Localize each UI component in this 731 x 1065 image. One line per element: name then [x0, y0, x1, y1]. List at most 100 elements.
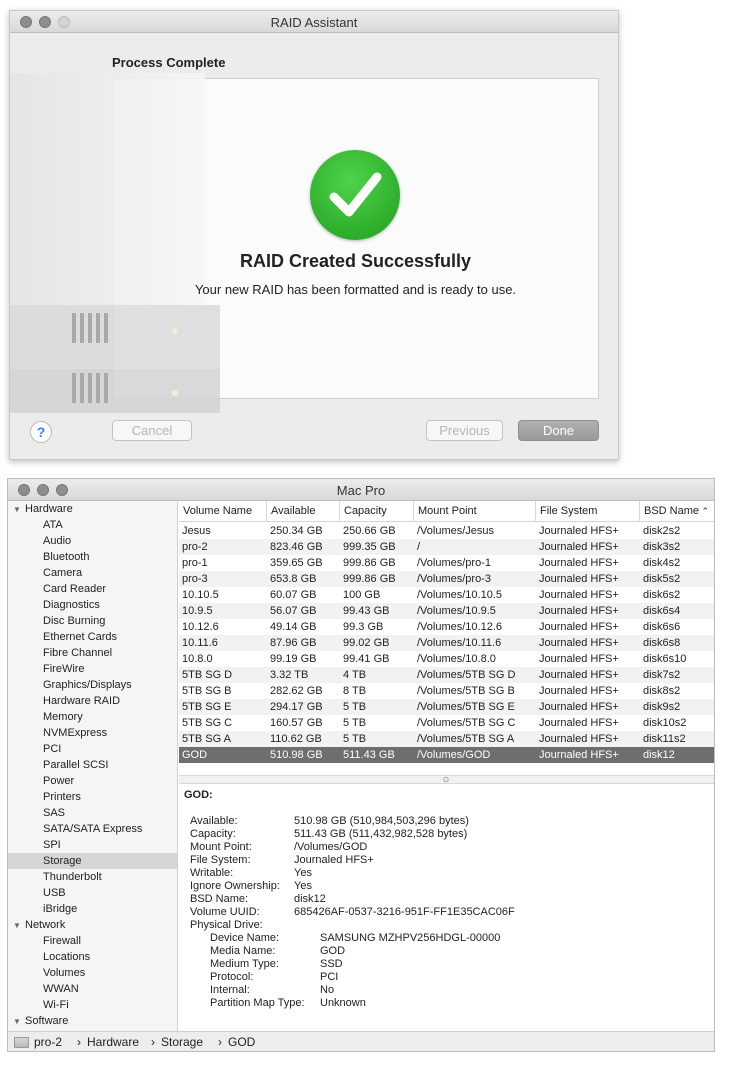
- sidebar-item-label: Card Reader: [43, 583, 106, 595]
- path-crumb[interactable]: Hardware: [87, 1032, 139, 1051]
- sidebar-item-hardware-raid[interactable]: Hardware RAID: [8, 693, 177, 709]
- sidebar-item-label: WWAN: [43, 983, 79, 995]
- sidebar-item-network[interactable]: ▼ Network: [8, 917, 177, 934]
- volume-table-header: Volume Name Available Capacity Mount Point F…: [179, 501, 714, 522]
- table-cell-bsd-name: disk3s2: [643, 541, 681, 553]
- table-row[interactable]: pro-1 359.65 GB 999.86 GB/Volumes/pro-1 Jou…: [179, 555, 714, 571]
- done-button[interactable]: Done: [518, 420, 599, 441]
- sidebar-item-ata[interactable]: ATA: [8, 517, 177, 533]
- table-cell-bsd-name: disk5s2: [643, 573, 681, 585]
- sidebar-item-card-reader[interactable]: Card Reader: [8, 581, 177, 597]
- detail-field-value: Unknown: [320, 997, 366, 1009]
- disclosure-triangle-icon[interactable]: ▼: [13, 502, 23, 518]
- sidebar-item-thunderbolt[interactable]: Thunderbolt: [8, 869, 177, 885]
- sidebar-item-parallel-scsi[interactable]: Parallel SCSI: [8, 757, 177, 773]
- sidebar-item-nvmexpress[interactable]: NVMExpress: [8, 725, 177, 741]
- sidebar-item-sata-sata-express[interactable]: SATA/SATA Express: [8, 821, 177, 837]
- table-row[interactable]: 10.12.6 49.14 GB 99.3 GB/Volumes/10.12.6 Jo…: [179, 619, 714, 635]
- table-row[interactable]: Jesus 250.34 GB 250.66 GB/Volumes/Jesus Jou…: [179, 523, 714, 539]
- sidebar-item-disc-burning[interactable]: Disc Burning: [8, 613, 177, 629]
- sidebar-item-label: Bluetooth: [43, 551, 90, 563]
- sidebar-item-firewire[interactable]: FireWire: [8, 661, 177, 677]
- column-header-bsd-name[interactable]: BSD Name ⌃: [640, 501, 714, 522]
- table-row[interactable]: 5TB SG E 294.17 GB 5 TB/Volumes/5TB SG E Jo…: [179, 699, 714, 715]
- table-cell-mount-point: /Volumes/Jesus: [417, 525, 495, 537]
- table-row[interactable]: pro-2 823.46 GB 999.35 GB / Journaled HFS+ di…: [179, 539, 714, 555]
- sidebar-item-wi-fi[interactable]: Wi-Fi: [8, 997, 177, 1013]
- table-cell-file-system: Journaled HFS+: [539, 669, 619, 681]
- sidebar-item-usb[interactable]: USB: [8, 885, 177, 901]
- table-cell-file-system: Journaled HFS+: [539, 637, 619, 649]
- cancel-button[interactable]: Cancel: [112, 420, 192, 441]
- sidebar-item-label: Locations: [43, 951, 91, 963]
- sidebar-item-ibridge[interactable]: iBridge: [8, 901, 177, 917]
- column-header-file-system[interactable]: File System: [536, 501, 640, 522]
- sidebar-item-label: USB: [43, 887, 66, 899]
- disclosure-triangle-icon[interactable]: ▼: [13, 1014, 23, 1030]
- sidebar-item-software[interactable]: ▼ Software: [8, 1013, 177, 1030]
- column-header-volume-name[interactable]: Volume Name: [179, 501, 267, 522]
- pane-splitter[interactable]: [179, 775, 714, 784]
- sidebar-item-camera[interactable]: Camera: [8, 565, 177, 581]
- table-cell-capacity: 999.86 GB: [343, 573, 396, 585]
- sidebar-item-pci[interactable]: PCI: [8, 741, 177, 757]
- sidebar-item-ethernet-cards[interactable]: Ethernet Cards: [8, 629, 177, 645]
- table-row[interactable]: 5TB SG D 3.32 TB 4 TB/Volumes/5TB SG D Jour…: [179, 667, 714, 683]
- sidebar-item-label: Diagnostics: [43, 599, 100, 611]
- help-button[interactable]: ?: [30, 421, 52, 443]
- table-cell-mount-point: /Volumes/5TB SG B: [417, 685, 515, 697]
- disclosure-triangle-icon[interactable]: ▼: [13, 918, 23, 934]
- sidebar-item-memory[interactable]: Memory: [8, 709, 177, 725]
- mac-window-title: Mac Pro: [336, 483, 386, 498]
- table-cell-bsd-name: disk10s2: [643, 717, 687, 729]
- sidebar-item-printers[interactable]: Printers: [8, 789, 177, 805]
- table-cell-capacity: 99.02 GB: [343, 637, 390, 649]
- table-cell-available: 160.57 GB: [270, 717, 323, 729]
- table-cell-capacity: 511.43 GB: [343, 749, 395, 761]
- sidebar-item-diagnostics[interactable]: Diagnostics: [8, 597, 177, 613]
- column-header-available[interactable]: Available: [267, 501, 340, 522]
- sidebar-item-label: Memory: [43, 711, 83, 723]
- sidebar-item-storage[interactable]: Storage: [8, 853, 177, 869]
- table-row[interactable]: 5TB SG A 110.62 GB 5 TB/Volumes/5TB SG A Jo…: [179, 731, 714, 747]
- sidebar-item-bluetooth[interactable]: Bluetooth: [8, 549, 177, 565]
- sidebar-item-graphics-displays[interactable]: Graphics/Displays: [8, 677, 177, 693]
- table-cell-file-system: Journaled HFS+: [539, 749, 619, 761]
- table-row[interactable]: 10.10.5 60.07 GB 100 GB/Volumes/10.10.5 Jou…: [179, 587, 714, 603]
- table-row[interactable]: 10.9.5 56.07 GB 99.43 GB/Volumes/10.9.5 Jou…: [179, 603, 714, 619]
- previous-button[interactable]: Previous: [426, 420, 503, 441]
- sidebar-item-volumes[interactable]: Volumes: [8, 965, 177, 981]
- sidebar-item-label: Power: [43, 775, 75, 787]
- sidebar-item-firewall[interactable]: Firewall: [8, 933, 177, 949]
- table-cell-volume-name: pro-1: [182, 557, 208, 569]
- sidebar-item-sas[interactable]: SAS: [8, 805, 177, 821]
- sidebar-item-audio[interactable]: Audio: [8, 533, 177, 549]
- table-row[interactable]: GOD 510.98 GB 511.43 GB/Volumes/GOD Journal…: [179, 747, 714, 763]
- sidebar-item-locations[interactable]: Locations: [8, 949, 177, 965]
- column-header-mount-point[interactable]: Mount Point: [414, 501, 536, 522]
- table-row[interactable]: 10.11.6 87.96 GB 99.02 GB/Volumes/10.11.6 J…: [179, 635, 714, 651]
- table-cell-available: 653.8 GB: [270, 573, 317, 585]
- table-cell-available: 56.07 GB: [270, 605, 317, 617]
- table-row[interactable]: pro-3 653.8 GB 999.86 GB/Volumes/pro-3 Jour…: [179, 571, 714, 587]
- table-row[interactable]: 5TB SG B 282.62 GB 8 TB/Volumes/5TB SG B Jo…: [179, 683, 714, 699]
- sidebar-item-hardware[interactable]: ▼ Hardware: [8, 501, 177, 518]
- sidebar-item-wwan[interactable]: WWAN: [8, 981, 177, 997]
- path-crumb[interactable]: pro-2: [34, 1032, 62, 1051]
- path-crumb[interactable]: GOD: [228, 1032, 255, 1051]
- chevron-right-icon: ›: [77, 1035, 81, 1049]
- sidebar-item-power[interactable]: Power: [8, 773, 177, 789]
- sidebar-item-spi[interactable]: SPI: [8, 837, 177, 853]
- table-cell-bsd-name: disk2s2: [643, 525, 681, 537]
- detail-heading: GOD:: [184, 789, 213, 801]
- path-crumb[interactable]: Storage: [161, 1032, 203, 1051]
- category-sidebar: ▼ Hardware ATA Audio Bluetooth Camera Card Rea…: [8, 501, 178, 1031]
- raid-titlebar: RAID Assistant: [10, 11, 618, 33]
- sidebar-item-label: Wi-Fi: [43, 999, 69, 1011]
- column-header-capacity[interactable]: Capacity: [340, 501, 414, 522]
- table-row[interactable]: 10.8.0 99.19 GB 99.41 GB/Volumes/10.8.0 Jou…: [179, 651, 714, 667]
- sidebar-item-label: FireWire: [43, 663, 85, 675]
- sidebar-item-fibre-channel[interactable]: Fibre Channel: [8, 645, 177, 661]
- table-row[interactable]: 5TB SG C 160.57 GB 5 TB/Volumes/5TB SG C Jo…: [179, 715, 714, 731]
- sidebar-item-label: SATA/SATA Express: [43, 823, 143, 835]
